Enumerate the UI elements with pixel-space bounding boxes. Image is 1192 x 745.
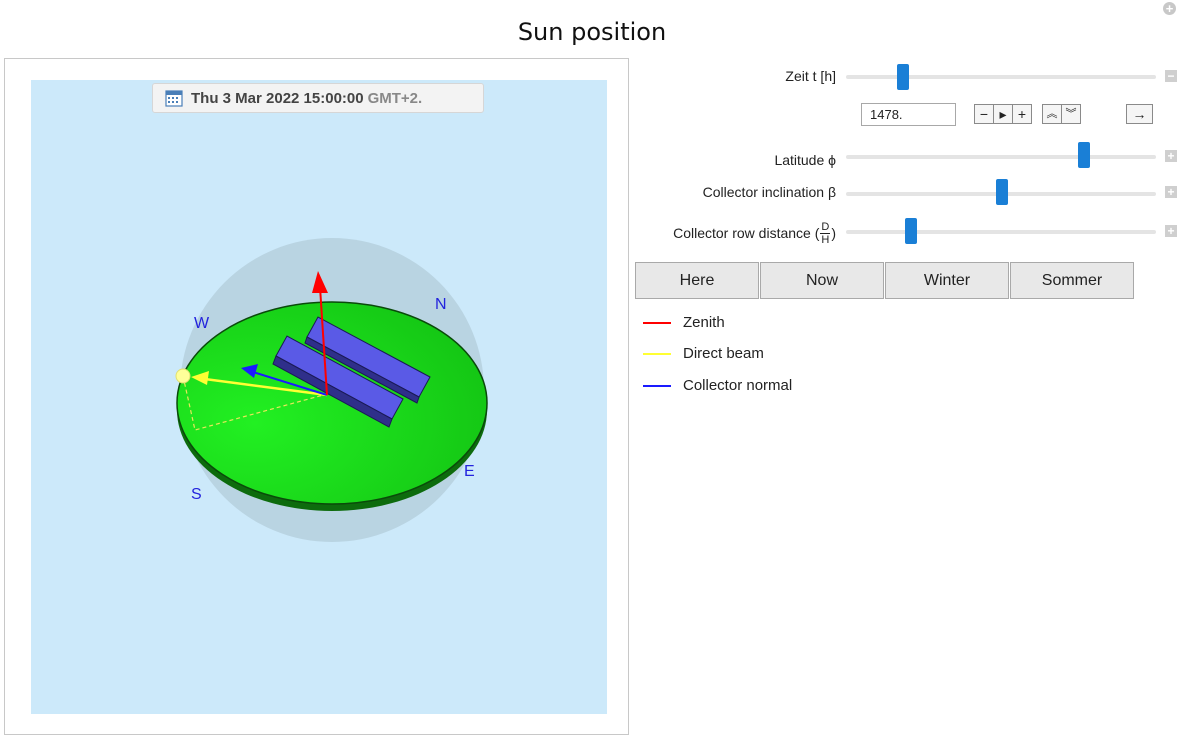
row-distance-label-suffix: ): [831, 225, 836, 241]
step-back-button[interactable]: −: [974, 104, 994, 124]
row-distance-fraction: D H: [820, 220, 831, 246]
expand-row-distance-icon[interactable]: +: [1165, 225, 1177, 237]
legend-swatch: [643, 321, 671, 324]
page-title: Sun position: [517, 18, 667, 46]
row-distance-slider-thumb[interactable]: [905, 218, 917, 244]
timezone-text: GMT+2.: [367, 89, 423, 107]
row-distance-label-prefix: Collector row distance (: [673, 225, 820, 241]
legend-swatch: [643, 384, 671, 387]
collapse-time-icon[interactable]: −: [1165, 70, 1177, 82]
legend-label: Direct beam: [683, 345, 764, 362]
direction-button[interactable]: →: [1126, 104, 1153, 124]
expand-inclination-icon[interactable]: +: [1165, 186, 1177, 198]
legend-item-direct-beam: Direct beam: [643, 345, 764, 362]
time-slider-label: Zeit t [h]: [785, 68, 836, 84]
compass-north: N: [435, 296, 447, 313]
sun-position-graphic[interactable]: W N E S Thu 3 Mar 2022 15:00:00 GMT+2.: [4, 58, 629, 735]
compass-west: W: [194, 315, 210, 332]
legend-item-collector-normal: Collector normal: [643, 377, 792, 394]
here-button[interactable]: Here: [635, 262, 759, 299]
date-badge[interactable]: Thu 3 Mar 2022 15:00:00 GMT+2.: [152, 83, 484, 113]
legend-swatch: [643, 352, 671, 355]
calendar-icon: [165, 90, 183, 107]
latitude-slider-thumb[interactable]: [1078, 142, 1090, 168]
step-forward-button[interactable]: +: [1012, 104, 1032, 124]
legend-label: Zenith: [683, 314, 725, 331]
expand-latitude-icon[interactable]: +: [1165, 150, 1177, 162]
time-slider-thumb[interactable]: [897, 64, 909, 90]
latitude-slider-label: Latitude ϕ: [774, 152, 836, 168]
legend-label: Collector normal: [683, 377, 793, 394]
scene-3d[interactable]: W N E S: [5, 59, 630, 736]
now-button[interactable]: Now: [760, 262, 884, 299]
compass-south: S: [191, 486, 202, 503]
date-time-text: Thu 3 Mar 2022 15:00:00: [191, 89, 364, 107]
play-button[interactable]: ▸: [993, 104, 1013, 124]
time-value-input[interactable]: 1478.: [861, 103, 956, 126]
fraction-denominator: H: [821, 233, 830, 246]
row-distance-slider-track[interactable]: [846, 230, 1156, 234]
legend-item-zenith: Zenith: [643, 314, 725, 331]
compass-east: E: [464, 463, 475, 480]
sommer-button[interactable]: Sommer: [1010, 262, 1134, 299]
time-slider-track[interactable]: [846, 75, 1156, 79]
faster-button[interactable]: ︽: [1042, 104, 1062, 124]
fraction-numerator: D: [820, 220, 831, 234]
sun-icon: [175, 368, 191, 384]
inclination-slider-thumb[interactable]: [996, 179, 1008, 205]
add-icon[interactable]: +: [1163, 2, 1176, 15]
inclination-slider-label: Collector inclination β: [702, 184, 836, 200]
slower-button[interactable]: ︾: [1061, 104, 1081, 124]
winter-button[interactable]: Winter: [885, 262, 1009, 299]
row-distance-slider-label: Collector row distance ( D H ): [635, 216, 836, 250]
latitude-slider-track[interactable]: [846, 155, 1156, 159]
